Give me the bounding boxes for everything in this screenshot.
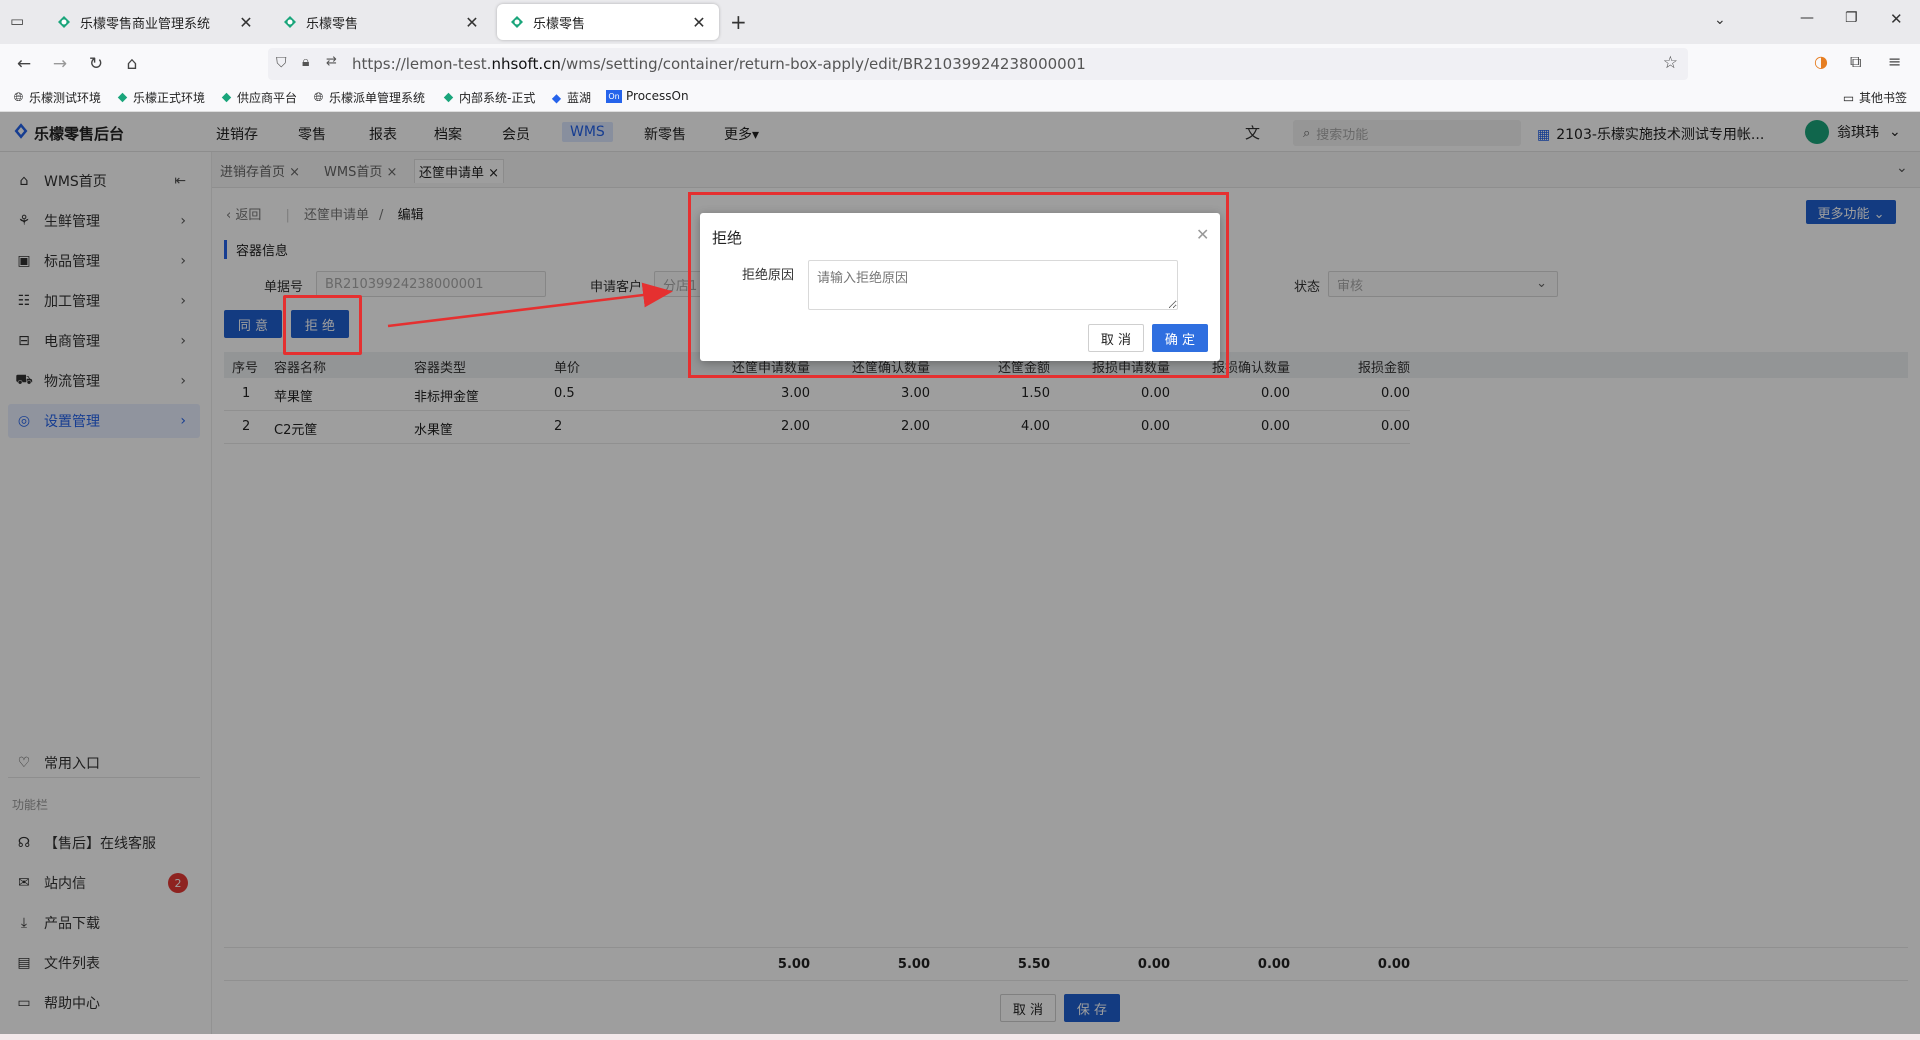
tab-title: 乐檬零售 bbox=[306, 16, 359, 32]
folder-icon: ▭ bbox=[1842, 90, 1855, 105]
tab-title: 乐檬零售商业管理系统 bbox=[80, 16, 211, 32]
url-path: /wms/setting/container/return-box-apply/… bbox=[560, 55, 1086, 73]
globe-icon: 🌐︎ bbox=[313, 90, 324, 104]
bottom-strip bbox=[0, 1034, 1920, 1040]
extension-icon[interactable]: ◑ bbox=[1814, 52, 1828, 71]
tab-overflow-chevron-icon[interactable]: ⌄ bbox=[1714, 12, 1726, 28]
lemon-favicon-icon bbox=[220, 91, 233, 104]
app-menu-icon[interactable]: ≡ bbox=[1888, 52, 1901, 71]
home-icon[interactable]: ⌂ bbox=[120, 52, 144, 76]
lemon-favicon-icon bbox=[56, 14, 72, 30]
extensions-puzzle-icon[interactable]: ⧉ bbox=[1850, 52, 1861, 72]
bookmarks-bar: 🌐︎ 乐檬测试环境 乐檬正式环境 供应商平台 🌐︎ 乐檬派单管理系统 内部系统-正式… bbox=[0, 84, 1920, 112]
bookmark-item[interactable]: On ProcessOn bbox=[606, 89, 689, 103]
new-tab-icon[interactable]: + bbox=[730, 10, 747, 34]
globe-icon: 🌐︎ bbox=[13, 90, 24, 104]
processon-icon: On bbox=[606, 89, 622, 103]
tab-close-icon[interactable]: ✕ bbox=[691, 13, 707, 32]
shield-icon: ⛉ bbox=[276, 55, 287, 71]
minimize-icon[interactable]: — bbox=[1800, 10, 1814, 26]
url-prefix: https://lemon-test. bbox=[352, 55, 492, 73]
lemon-favicon-icon bbox=[116, 91, 129, 104]
lemon-favicon-icon bbox=[509, 14, 525, 30]
restore-icon[interactable]: ❐ bbox=[1845, 10, 1858, 26]
lemon-favicon-icon bbox=[442, 91, 455, 104]
bookmark-item[interactable]: 供应商平台 bbox=[220, 89, 297, 106]
browser-tab-1[interactable]: 乐檬零售商业管理系统 ✕ bbox=[44, 4, 266, 40]
annotation-box-reject bbox=[283, 295, 362, 355]
tab-title: 乐檬零售 bbox=[533, 16, 586, 32]
other-bookmarks[interactable]: ▭ 其他书签 bbox=[1842, 89, 1907, 106]
tab-close-icon[interactable]: ✕ bbox=[238, 13, 254, 32]
forward-icon[interactable]: → bbox=[48, 52, 72, 76]
bookmark-item[interactable]: 🌐︎ 乐檬测试环境 bbox=[12, 89, 101, 106]
browser-tab-bar: ▭ 乐檬零售商业管理系统 ✕ 乐檬零售 ✕ 乐檬零售 ✕ + ⌄ — ❐ ✕ bbox=[0, 0, 1920, 44]
reload-icon[interactable]: ↻ bbox=[84, 52, 108, 76]
bookmark-item[interactable]: 乐檬正式环境 bbox=[116, 89, 205, 106]
browser-tab-2[interactable]: 乐檬零售 ✕ bbox=[270, 4, 492, 40]
address-bar[interactable]: ⛉ 🔒︎ ⇄ https://lemon-test. nhsoft.cn/wms/… bbox=[268, 48, 1688, 80]
tab-list-icon[interactable]: ▭ bbox=[10, 12, 30, 32]
lock-icon: 🔒︎ bbox=[302, 54, 310, 70]
close-window-icon[interactable]: ✕ bbox=[1890, 10, 1903, 28]
annotation-box-dialog bbox=[688, 192, 1229, 378]
bookmark-item[interactable]: ◆ 蓝湖 bbox=[550, 89, 591, 106]
tab-close-icon[interactable]: ✕ bbox=[464, 13, 480, 32]
browser-tab-3-active[interactable]: 乐檬零售 ✕ bbox=[497, 4, 719, 40]
permissions-icon: ⇄ bbox=[326, 54, 337, 69]
bookmark-star-icon[interactable]: ☆ bbox=[1663, 53, 1678, 73]
lemon-favicon-icon bbox=[282, 14, 298, 30]
url-host: nhsoft.cn bbox=[491, 55, 561, 73]
back-icon[interactable]: ← bbox=[12, 52, 36, 76]
lanhu-icon: ◆ bbox=[551, 90, 562, 105]
bookmark-item[interactable]: 🌐︎ 乐檬派单管理系统 bbox=[312, 89, 425, 106]
bookmark-item[interactable]: 内部系统-正式 bbox=[442, 89, 535, 106]
